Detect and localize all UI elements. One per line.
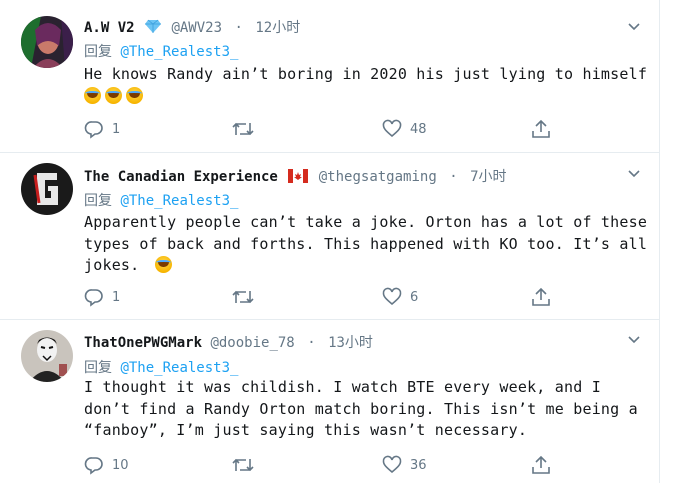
reply-button[interactable]: 1	[84, 286, 120, 308]
reply-context: 回复 @The_Realest3_	[84, 357, 238, 377]
heart-icon	[382, 287, 402, 306]
joy-emoji-icon	[84, 86, 101, 104]
reply-icon	[84, 121, 103, 139]
diamond-emoji-icon	[145, 18, 162, 38]
reply-icon	[84, 457, 103, 475]
reply-mention[interactable]: @The_Realest3_	[120, 360, 238, 376]
display-name[interactable]: ThatOnePWGMark	[84, 335, 202, 351]
tweet[interactable]: A.W V2 @AWV23 · 12小时 回复 @The_Realest3_ H…	[0, 0, 660, 153]
reply-count: 10	[112, 457, 129, 473]
tweet-header: A.W V2 @AWV23 · 12小时	[84, 17, 300, 38]
tweet-body: I thought it was childish. I watch BTE e…	[84, 378, 638, 439]
user-handle[interactable]: @AWV23	[171, 20, 222, 36]
timestamp[interactable]: 7小时	[470, 169, 506, 185]
retweet-button[interactable]	[232, 118, 262, 140]
joy-emoji-icon	[105, 86, 122, 104]
share-icon	[532, 119, 550, 138]
reply-prefix: 回复	[84, 360, 112, 376]
share-button[interactable]	[531, 454, 551, 476]
retweet-icon	[232, 290, 254, 304]
like-button[interactable]: 36	[382, 454, 427, 476]
reply-context: 回复 @The_Realest3_	[84, 41, 238, 61]
tweet-actions: 1 48	[84, 118, 554, 140]
avatar[interactable]	[21, 16, 73, 68]
reply-mention[interactable]: @The_Realest3_	[120, 44, 238, 60]
like-button[interactable]: 6	[382, 286, 418, 308]
canada-flag-emoji-icon	[288, 169, 309, 187]
heart-icon	[382, 455, 402, 474]
display-name[interactable]: A.W V2	[84, 20, 135, 36]
tweet[interactable]: The Canadian Experience @thegsatgaming ·…	[0, 153, 660, 320]
tweet-actions: 10 36	[84, 454, 554, 476]
reply-button[interactable]: 1	[84, 118, 120, 140]
tweet-text: Apparently people can’t take a joke. Ort…	[84, 212, 649, 277]
avatar[interactable]	[21, 330, 73, 382]
like-count: 36	[410, 457, 427, 473]
timestamp[interactable]: 13小时	[328, 335, 373, 351]
separator-dot: ·	[449, 169, 458, 185]
tweet[interactable]: ThatOnePWGMark @doobie_78 · 13小时 回复 @The…	[0, 320, 660, 483]
reply-count: 1	[112, 121, 121, 137]
avatar[interactable]	[21, 163, 73, 215]
tweet-actions: 1 6	[84, 286, 554, 308]
tweet-text: I thought it was childish. I watch BTE e…	[84, 377, 649, 442]
joy-emoji-icon	[154, 256, 172, 273]
retweet-button[interactable]	[232, 286, 262, 308]
like-count: 48	[410, 121, 427, 137]
reply-mention[interactable]: @The_Realest3_	[120, 193, 238, 209]
display-name[interactable]: The Canadian Experience	[84, 169, 278, 185]
tweet-header: ThatOnePWGMark @doobie_78 · 13小时	[84, 332, 373, 352]
timestamp[interactable]: 12小时	[255, 20, 300, 36]
heart-icon	[382, 119, 402, 138]
share-button[interactable]	[531, 286, 551, 308]
joy-emoji-icon	[126, 86, 143, 104]
reply-prefix: 回复	[84, 44, 112, 60]
share-icon	[532, 287, 550, 306]
chevron-down-icon[interactable]	[628, 23, 640, 31]
reply-icon	[84, 289, 103, 307]
user-handle[interactable]: @doobie_78	[210, 335, 294, 351]
reply-count: 1	[112, 289, 121, 305]
tweet-header: The Canadian Experience @thegsatgaming ·…	[84, 166, 507, 187]
retweet-icon	[232, 122, 254, 136]
tweet-text: He knows Randy ain’t boring in 2020 his …	[84, 64, 649, 107]
retweet-button[interactable]	[232, 454, 262, 476]
reply-prefix: 回复	[84, 193, 112, 209]
separator-dot: ·	[307, 335, 316, 351]
reply-feed: A.W V2 @AWV23 · 12小时 回复 @The_Realest3_ H…	[0, 0, 660, 483]
reply-button[interactable]: 10	[84, 454, 129, 476]
like-button[interactable]: 48	[382, 118, 427, 140]
chevron-down-icon[interactable]	[628, 336, 640, 344]
share-button[interactable]	[531, 118, 551, 140]
chevron-down-icon[interactable]	[628, 170, 640, 178]
separator-dot: ·	[234, 20, 243, 36]
share-icon	[532, 455, 550, 474]
user-handle[interactable]: @thegsatgaming	[319, 169, 437, 185]
like-count: 6	[410, 289, 419, 305]
tweet-body: He knows Randy ain’t boring in 2020 his …	[84, 65, 648, 83]
retweet-icon	[232, 458, 254, 472]
reply-context: 回复 @The_Realest3_	[84, 190, 238, 210]
